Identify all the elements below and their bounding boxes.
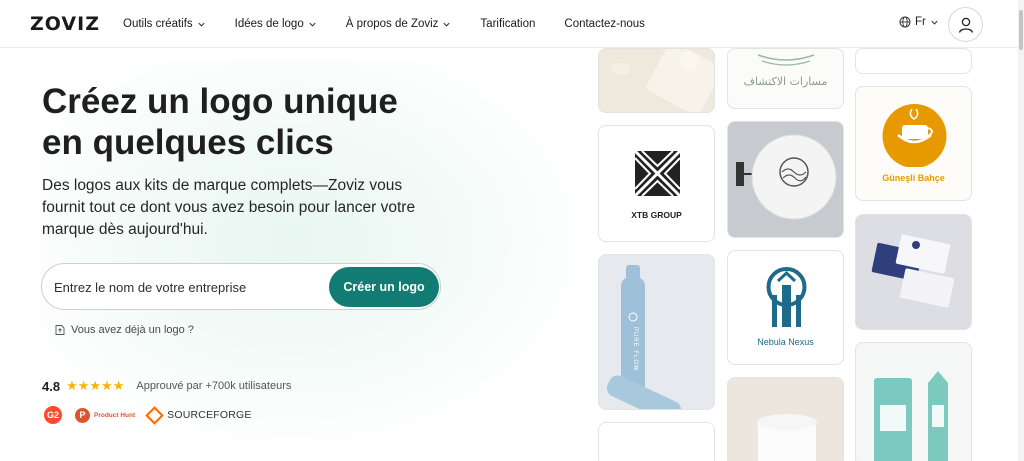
hero-title-line1: Créez un logo unique	[42, 82, 398, 121]
nav-tarification[interactable]: Tarification	[480, 18, 535, 30]
nav-item-label: Idées de logo	[234, 18, 304, 30]
business-cards-mockup-image	[856, 215, 971, 329]
chevron-down-icon	[309, 22, 316, 27]
g2-logo[interactable]: G2	[44, 406, 62, 424]
nav-item-label: À propos de Zoviz	[345, 18, 439, 30]
hero-title-line2: en quelques clics	[42, 123, 334, 162]
main-nav: Outils créatifs Idées de logo À propos d…	[123, 0, 674, 48]
gallery-card-top-partial	[855, 48, 972, 74]
producthunt-icon: P	[75, 407, 90, 423]
gallery-card-arabic: مسارات الاكتشاف	[727, 48, 844, 109]
review-badges: G2 P Product Hunt SOURCEFORGE	[44, 405, 252, 425]
pure-flow-label: PURE FLOW	[632, 327, 638, 372]
xtb-label: XTB GROUP	[631, 210, 682, 220]
top-header: ZOVIZ Outils créatifs Idées de logo À pr…	[0, 0, 1018, 48]
upload-file-icon	[55, 325, 65, 335]
gallery-card-bottles: PURE FLOW	[598, 254, 715, 410]
nav-item-label: Tarification	[480, 18, 536, 30]
gallery-card-xtb: XTB GROUP	[598, 125, 715, 242]
create-logo-button[interactable]: Créer un logo	[329, 267, 439, 307]
gallery-card-gunesli: Güneşli Bahçe	[855, 86, 972, 201]
chevron-down-icon	[931, 20, 938, 25]
language-label: Fr	[915, 16, 926, 28]
user-icon	[958, 17, 973, 33]
nebula-tree-logo	[766, 267, 807, 327]
globe-icon	[899, 16, 911, 28]
business-name-input[interactable]	[54, 276, 324, 298]
gallery-card-cup	[727, 377, 844, 461]
sourceforge-icon	[145, 405, 164, 425]
star-icon: ★	[112, 378, 125, 393]
star-icon: ★	[77, 378, 90, 393]
page-scrollbar[interactable]	[1018, 0, 1024, 461]
gallery-card-nebula: Nebula Nexus	[727, 250, 844, 365]
packaging-mockup-image	[874, 371, 948, 461]
nav-idees-de-logo[interactable]: Idées de logo	[235, 18, 317, 30]
nav-item-label: Contactez-nous	[564, 18, 645, 30]
xtb-logo-image	[633, 149, 682, 198]
chevron-down-icon	[443, 22, 451, 27]
approved-text: Approuvé par +700k utilisateurs	[136, 380, 292, 392]
nav-item-label: Outils créatifs	[123, 18, 193, 30]
gallery-card-stationery	[598, 48, 715, 113]
sourceforge-label: SOURCEFORGE	[167, 409, 252, 421]
producthunt-label: Product Hunt	[94, 411, 136, 419]
business-name-form: Créer un logo	[41, 263, 441, 310]
hero-subtitle: Des logos aux kits de marque complets—Zo…	[42, 177, 416, 238]
nebula-label: Nebula Nexus	[757, 337, 814, 347]
gallery-card-bluewave	[727, 121, 844, 238]
arabic-label: مسارات الاكتشاف	[743, 75, 828, 88]
coffee-cup-mockup-image	[728, 378, 843, 461]
rating-stars: ★★★★★	[66, 378, 124, 394]
hero-title: Créez un logo unique en quelques clics	[42, 81, 482, 163]
chevron-down-icon	[198, 22, 205, 27]
nav-outils-creatifs[interactable]: Outils créatifs	[123, 18, 206, 30]
sourceforge-logo[interactable]: SOURCEFORGE	[145, 405, 252, 425]
gunesli-label: Güneşli Bahçe	[882, 173, 945, 183]
gallery-card-packaging	[855, 342, 972, 461]
language-selector[interactable]: Fr	[899, 16, 939, 28]
gunesli-coffee-logo	[882, 104, 947, 168]
account-button[interactable]	[948, 7, 983, 42]
scrollbar-thumb[interactable]	[1019, 10, 1023, 50]
water-bottle-mockup-image	[599, 255, 714, 409]
star-icon: ★	[89, 378, 102, 393]
gallery-card-partial	[598, 422, 715, 461]
rating-block: 4.8 ★★★★★ Approuvé par +700k utilisateur…	[42, 378, 291, 394]
gallery-card-business-cards	[855, 214, 972, 330]
zoviz-logo[interactable]: ZOVIZ	[30, 13, 100, 35]
rating-value: 4.8	[42, 378, 61, 394]
producthunt-logo[interactable]: P Product Hunt	[75, 407, 136, 423]
have-logo-label: Vous avez déjà un logo ?	[71, 324, 194, 336]
stationery-mockup-image	[599, 49, 714, 112]
star-icon: ★	[66, 378, 78, 393]
have-logo-link[interactable]: Vous avez déjà un logo ?	[54, 324, 194, 336]
nav-a-propos[interactable]: À propos de Zoviz	[346, 18, 452, 30]
nav-contactez-nous[interactable]: Contactez-nous	[564, 18, 645, 30]
bluewave-sign-image	[728, 122, 843, 237]
star-icon: ★	[101, 378, 113, 393]
